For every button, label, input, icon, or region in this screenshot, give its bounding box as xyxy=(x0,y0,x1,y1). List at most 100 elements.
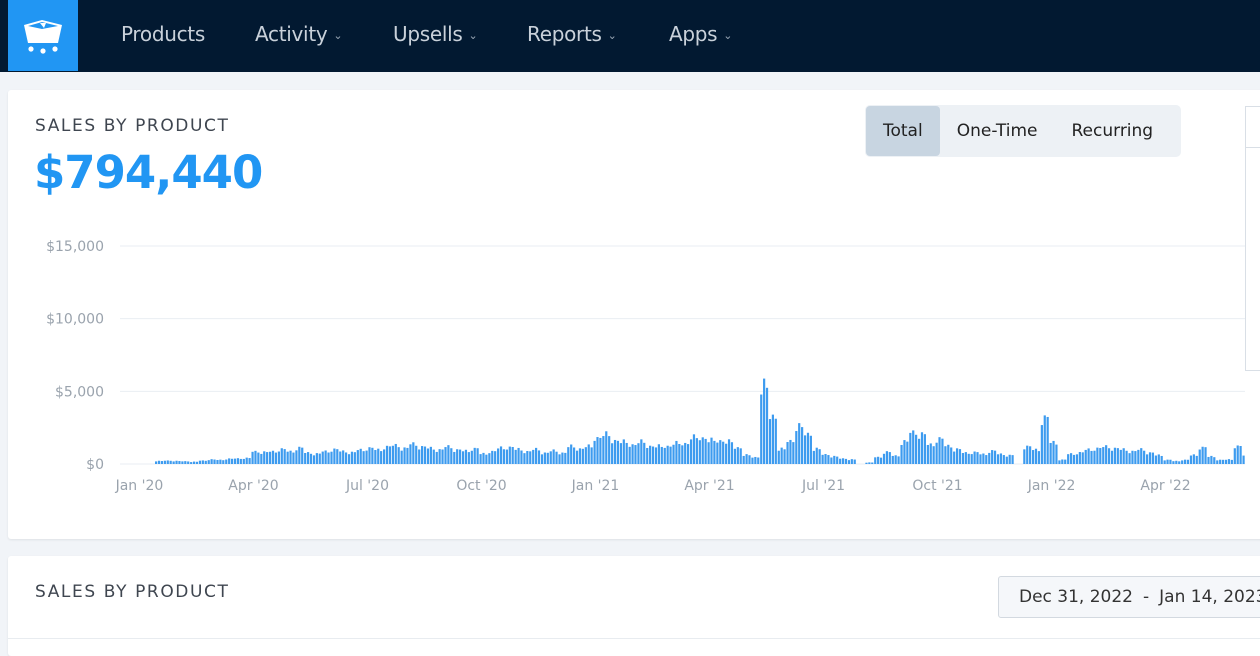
bar xyxy=(777,450,780,464)
bar xyxy=(768,419,772,464)
bar xyxy=(1172,461,1175,464)
bar xyxy=(309,453,313,464)
y-tick-label: $5,000 xyxy=(55,384,104,400)
bar xyxy=(178,461,181,464)
bar xyxy=(435,451,438,464)
bar xyxy=(233,458,237,464)
bar xyxy=(833,455,836,464)
bar xyxy=(210,459,213,464)
bar xyxy=(494,451,497,464)
bar xyxy=(543,452,546,464)
bar xyxy=(540,454,544,464)
bar xyxy=(239,458,242,464)
bar xyxy=(172,461,175,464)
bar xyxy=(754,456,757,464)
bar xyxy=(242,458,245,464)
bar xyxy=(780,447,783,464)
bar xyxy=(315,453,318,464)
bar xyxy=(1008,454,1011,464)
bar xyxy=(786,442,789,464)
bar xyxy=(1143,450,1146,464)
bar xyxy=(967,453,970,464)
bar xyxy=(903,440,906,464)
bar xyxy=(195,461,199,464)
bar xyxy=(660,446,663,464)
bar xyxy=(1119,449,1122,464)
bar xyxy=(1128,453,1131,464)
bar xyxy=(304,452,307,464)
bar xyxy=(634,445,637,464)
bar xyxy=(508,446,511,464)
bar xyxy=(973,451,976,464)
bar xyxy=(362,451,365,464)
bar xyxy=(795,431,798,464)
bar xyxy=(277,451,280,464)
bar xyxy=(888,452,891,464)
bar xyxy=(1122,448,1125,464)
bar xyxy=(532,449,535,464)
bar xyxy=(1084,449,1087,464)
bar xyxy=(488,453,491,464)
bar xyxy=(736,447,739,464)
bar xyxy=(1230,459,1233,464)
bar xyxy=(964,452,967,464)
x-tick-label: Apr '20 xyxy=(228,478,278,494)
bar xyxy=(1002,455,1005,464)
bar xyxy=(558,454,561,464)
bar xyxy=(295,450,298,464)
bar xyxy=(961,453,965,464)
bar xyxy=(675,440,678,464)
bar xyxy=(1233,448,1236,464)
bar xyxy=(1151,452,1155,464)
bar xyxy=(184,461,187,464)
bar xyxy=(894,455,897,464)
bar xyxy=(1105,445,1108,464)
bar xyxy=(999,453,1003,464)
bar xyxy=(812,450,815,464)
bar xyxy=(953,451,956,464)
bar xyxy=(1052,440,1055,464)
bar xyxy=(608,436,611,464)
bar xyxy=(1102,447,1105,464)
bar xyxy=(818,449,821,464)
bar xyxy=(567,447,570,464)
bar xyxy=(502,449,506,464)
bar xyxy=(722,441,725,464)
bar xyxy=(1178,461,1181,464)
bar xyxy=(915,434,918,464)
bar xyxy=(365,450,368,464)
bar xyxy=(602,436,605,464)
bar xyxy=(1087,448,1090,464)
bar xyxy=(441,449,444,464)
bar xyxy=(1216,460,1219,464)
bar xyxy=(254,450,257,464)
bar xyxy=(175,460,178,464)
bar xyxy=(353,452,356,464)
bar xyxy=(625,442,628,464)
bar xyxy=(727,439,731,464)
bar xyxy=(447,445,450,464)
bar xyxy=(760,394,763,464)
bar xyxy=(985,455,988,464)
bar xyxy=(871,462,874,464)
bar xyxy=(347,454,351,464)
x-tick-label: Jan '20 xyxy=(115,478,164,494)
bar xyxy=(774,418,777,464)
bar xyxy=(1099,448,1102,464)
bar xyxy=(991,450,994,464)
bar xyxy=(572,447,576,464)
bar xyxy=(853,459,856,464)
bar xyxy=(824,454,827,464)
bar xyxy=(1072,454,1076,464)
bar xyxy=(704,438,707,464)
bar xyxy=(499,446,503,464)
bar xyxy=(1154,455,1157,464)
date-range-picker[interactable]: Dec 31, 2022 - Jan 14, 2023 xyxy=(998,576,1260,618)
bar xyxy=(935,442,938,464)
bar xyxy=(654,447,658,464)
bar xyxy=(619,443,623,464)
bar xyxy=(757,457,760,464)
bar xyxy=(271,450,275,464)
bar xyxy=(836,456,839,464)
bar xyxy=(564,452,567,464)
